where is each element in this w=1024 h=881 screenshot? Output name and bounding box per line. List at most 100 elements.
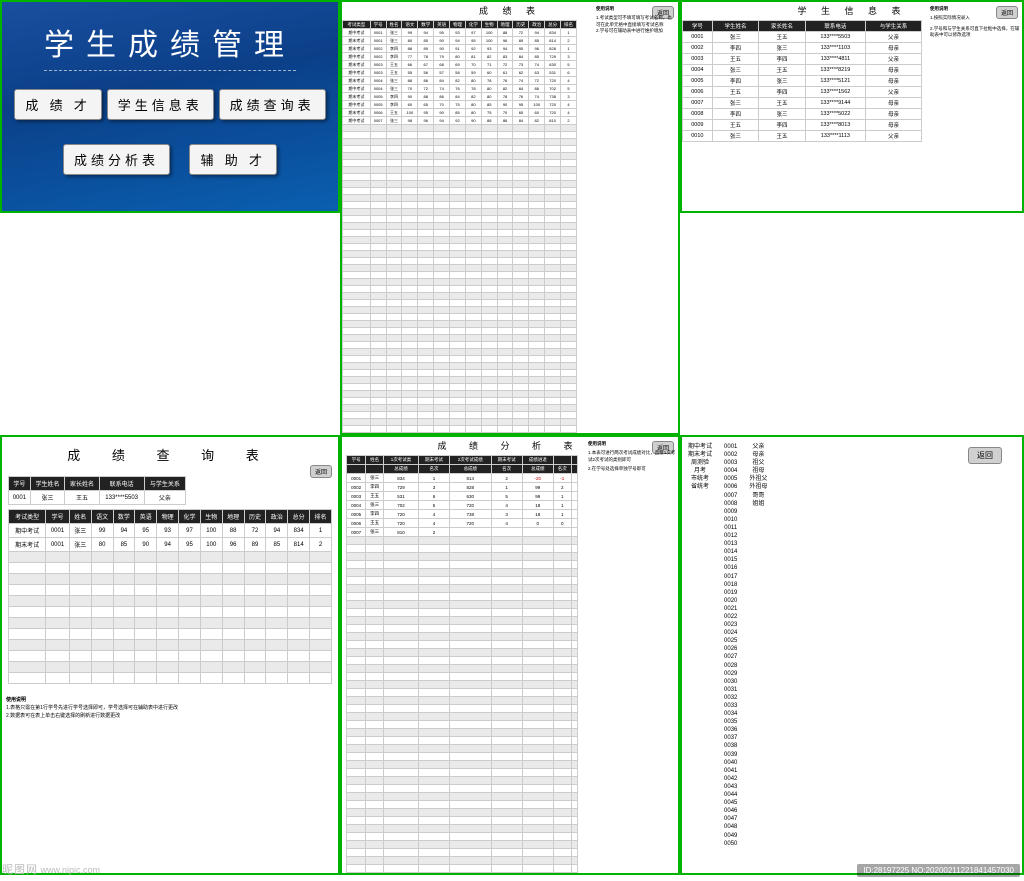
list-item: 0006 (724, 483, 737, 491)
list-item: 0044 (724, 791, 737, 799)
list-item: 0016 (724, 564, 737, 572)
list-item: 月考 (688, 467, 712, 475)
table-header: 学号 (347, 456, 366, 465)
table-row: 0004张三70257204181 (347, 501, 578, 510)
btn-score-sheet[interactable]: 成 绩 才 (14, 89, 102, 120)
analysis-notes: 使用说明 1.本表可进行两次考试成绩对比，直接1次考试2次考试的类别即可 2.在… (588, 441, 676, 473)
table-header: 政治 (266, 510, 288, 524)
list-item: 0021 (724, 605, 737, 613)
list-item: 0004 (724, 467, 737, 475)
score-table: 考试类型学号姓名语文数学英语物理化学生物地理历史政治总分排名 期中考试0001张… (342, 20, 577, 435)
table-row: 0008李四张三133****5022母亲 (683, 109, 922, 120)
table-header: 化学 (465, 21, 481, 29)
table-header: 化学 (179, 510, 201, 524)
table-row: 0002李四张三133****1103母亲 (683, 43, 922, 54)
table-header: 联系电话 (99, 477, 144, 491)
list-item: 0043 (724, 783, 737, 791)
table-row: 0001张三83418142-20-1 (347, 474, 578, 483)
aux-relations: 父亲母亲祖父祖母外祖父外祖母哥哥姐姐 (743, 443, 773, 848)
table-header: 学生姓名 (712, 21, 759, 32)
btn-student-info[interactable]: 学生信息表 (107, 89, 214, 120)
aux-student-ids: 0001000200030004000500060007000800090010… (718, 443, 743, 848)
table-header: 生物 (481, 21, 497, 29)
list-item: 父亲 (749, 443, 767, 451)
info-notes: 使用说明 1.按照实际情况录入 2.学号和与学生关系可直下拉框中选择，在辅助表中… (930, 6, 1020, 39)
aux-sheet-panel: 返回 期中考试期末考试周测验月考市统考省统考 00010002000300040… (680, 435, 1024, 875)
list-item: 0008 (724, 500, 737, 508)
list-item: 0038 (724, 742, 737, 750)
back-button[interactable]: 返回 (310, 465, 332, 478)
table-header: 成绩进退 (522, 456, 553, 465)
list-item: 0039 (724, 751, 737, 759)
list-item: 0010 (724, 516, 737, 524)
query-info-table: 学号学生姓名家长姓名联系电话与学生关系 0001张三王五133****5503父… (8, 476, 186, 505)
analysis-table: 学号姓名1次考试类期末考试2次考试成绩期末考试成绩进退总成绩名次总成绩名次总成绩… (346, 455, 578, 875)
list-item: 0045 (724, 799, 737, 807)
table-row: 期末考试0004张三8886848280787674727204 (343, 77, 577, 85)
list-item: 0028 (724, 662, 737, 670)
table-header: 联系电话 (805, 21, 865, 32)
table-header: 物理 (157, 510, 179, 524)
table-header: 数学 (113, 510, 135, 524)
table-header: 姓名 (366, 456, 384, 465)
table-header: 学号 (370, 21, 386, 29)
table-header: 语文 (402, 21, 418, 29)
table-row: 期中考试0003王五5556575859606162635316 (343, 69, 577, 77)
table-header: 历史 (513, 21, 529, 29)
table-row: 期中考试0004张三7072747678808284867025 (343, 85, 577, 93)
table-header: 与学生关系 (144, 477, 186, 491)
score-sheet-panel: 成 绩 表 返回 使用说明 1.考试类型可不填可填写考试名称，也可在此单元格中直… (340, 0, 680, 435)
list-item: 0040 (724, 759, 737, 767)
list-item: 母亲 (749, 451, 767, 459)
list-item: 0002 (724, 451, 737, 459)
score-analysis-panel: 成 绩 分 析 表 返回 使用说明 1.本表可进行两次考试成绩对比，直接1次考试… (340, 435, 680, 875)
table-row: 0007张三王五133****9144母亲 (683, 98, 922, 109)
btn-score-query[interactable]: 成绩查询表 (219, 89, 326, 120)
list-item: 0029 (724, 670, 737, 678)
list-item: 0024 (724, 629, 737, 637)
table-row: 期末考试0001张三80859094951009689858142 (343, 37, 577, 45)
table-header (571, 456, 577, 465)
list-item: 祖父 (749, 459, 767, 467)
list-item: 期末考试 (688, 451, 712, 459)
table-row: 期中考试0005李四60657075808590951007204 (343, 101, 577, 109)
table-header: 历史 (244, 510, 266, 524)
table-header: 英语 (434, 21, 450, 29)
dashboard-panel: 学生成绩管理 成 绩 才 学生信息表 成绩查询表 成绩分析表 辅 助 才 (0, 0, 340, 213)
list-item: 姐姐 (749, 500, 767, 508)
list-item: 0033 (724, 702, 737, 710)
btn-aux-sheet[interactable]: 辅 助 才 (189, 144, 277, 175)
list-item: 哥哥 (749, 492, 767, 500)
table-row: 期中考试0007张三9896949290888684828102 (343, 117, 577, 125)
list-item: 0020 (724, 597, 737, 605)
table-row: 期末考试0001张三80859094951009689858142 (9, 538, 332, 552)
info-table: 学号学生姓名家长姓名联系电话与学生关系 0001张三王五133****5503父… (682, 20, 922, 142)
list-item: 0026 (724, 645, 737, 653)
table-header: 学号 (46, 510, 70, 524)
list-item: 0022 (724, 613, 737, 621)
list-item: 0027 (724, 653, 737, 661)
back-button[interactable]: 返回 (968, 447, 1002, 464)
image-meta-id: ID:28197225 NO:20200211221841457030 (857, 864, 1020, 877)
list-item: 市统考 (688, 475, 712, 483)
list-item: 0007 (724, 492, 737, 500)
table-header: 期末考试 (491, 456, 522, 465)
table-header: 排名 (561, 21, 577, 29)
list-item: 0001 (724, 443, 737, 451)
watermark: 昵图网 www.nipic.com (2, 861, 100, 877)
list-item: 0013 (724, 540, 737, 548)
table-header: 期末考试 (418, 456, 449, 465)
btn-score-analysis[interactable]: 成绩分析表 (63, 144, 170, 175)
table-header: 学号 (683, 21, 713, 32)
list-item: 0017 (724, 573, 737, 581)
list-item: 省统考 (688, 483, 712, 491)
score-notes: 使用说明 1.考试类型可不填可填写考试名称，也可在此单元格中直接填写考试名称 2… (596, 6, 676, 35)
list-item: 0041 (724, 767, 737, 775)
table-header: 学生姓名 (30, 477, 64, 491)
table-header: 2次考试成绩 (450, 456, 492, 465)
table-header: 地理 (222, 510, 244, 524)
list-item: 0049 (724, 832, 737, 840)
table-row: 期末考试0006王五10095908580757065607204 (343, 109, 577, 117)
table-header: 总分 (545, 21, 561, 29)
table-header: 考试类型 (9, 510, 46, 524)
